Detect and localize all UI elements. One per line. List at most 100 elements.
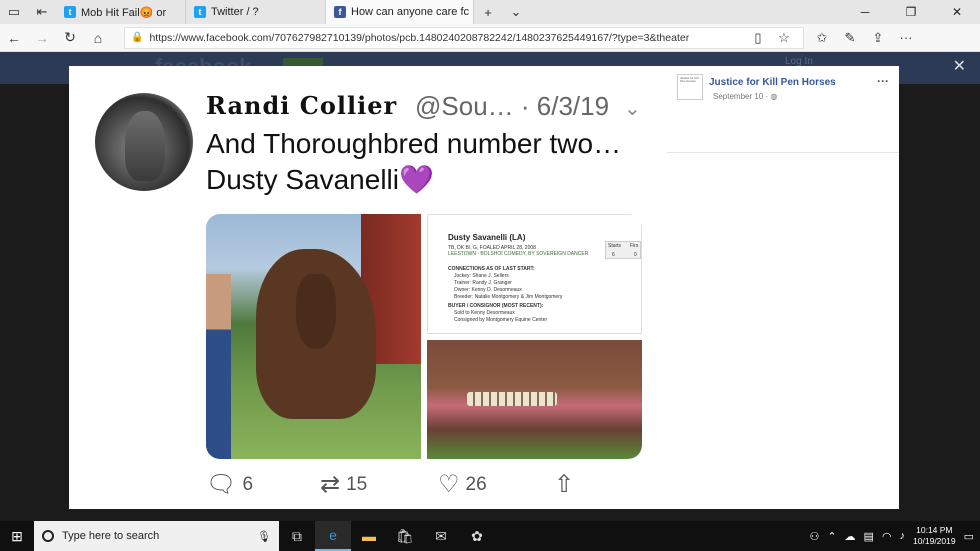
back-icon[interactable]: ← [0, 24, 28, 52]
window-controls: ─ ❐ ✕ [842, 0, 980, 24]
notifications-icon[interactable]: ▭ [964, 530, 974, 543]
photo-viewer-image[interactable]: Randi Collier @Sou… · 6/3/19 ⌄ And Thoro… [69, 66, 667, 509]
doc-line: Consigned by Montgomery Equine Center [454, 317, 548, 323]
close-window-icon[interactable]: ✕ [934, 0, 980, 24]
retweet-action: ⇄ 15 [320, 470, 367, 499]
tab-title: How can anyone care fc [351, 6, 470, 18]
share-icon: ⇧ [554, 471, 575, 498]
close-viewer-icon[interactable]: ✕ [953, 56, 966, 76]
clock[interactable]: 10:14 PM 10/19/2019 [913, 525, 956, 547]
retweet-icon: ⇄ [320, 471, 341, 498]
globe-icon: ◍ [770, 92, 778, 101]
doc-line: LEESTOWN - BOLSHOI COMEDY, BY SOVEREIGN … [448, 251, 589, 257]
reply-icon: 🗨 [206, 471, 237, 498]
tweet-date: 6/3/19 [536, 91, 610, 121]
system-tray: ⚇ ⌃ ☁ ▤ ◠ ♪ 10:14 PM 10/19/2019 ▭ [809, 525, 980, 547]
tweet-text-line1: And Thoroughbred number two… [206, 128, 622, 159]
starts-table: Starts Firs 6 0 [605, 241, 641, 259]
task-view-icon[interactable]: ⧉ [279, 521, 315, 551]
new-tab-icon[interactable]: + [474, 0, 502, 24]
minimize-icon[interactable]: ─ [842, 0, 888, 24]
page-avatar[interactable]: Justice for Kill Pen Horses [677, 74, 703, 100]
edge-browser-icon[interactable]: e [315, 521, 351, 551]
reading-view-icon[interactable]: ▯ [745, 24, 771, 52]
doc-title: Dusty Savanelli (LA) [448, 233, 526, 242]
search-placeholder: Type here to search [62, 530, 160, 542]
volume-icon[interactable]: ♪ [900, 530, 906, 542]
post-sidebar: Justice for Kill Pen Horses Justice for … [667, 66, 899, 509]
windows-taskbar: ⊞ Type here to search 🎙 ⧉ e ▬ 🛍 ✉ ✿ ⚇ ⌃ … [0, 521, 980, 551]
horse-photo [206, 214, 421, 459]
share-icon[interactable]: ⇪ [864, 24, 892, 52]
doc-line: BUYER / CONSIGNOR (MOST RECENT): [448, 303, 544, 309]
lock-icon: 🔒 [131, 32, 144, 43]
tab-bar: ▭ ⇤ t Mob Hit Fail😡 or t Twitter / ? f H… [0, 0, 980, 24]
chevron-down-icon[interactable]: ⌄ [502, 0, 530, 24]
twitter-icon: t [64, 6, 76, 18]
tweet-text: And Thoroughbred number two… Dusty Savan… [206, 126, 656, 198]
more-icon[interactable]: ··· [892, 24, 920, 52]
like-count: 26 [465, 473, 487, 495]
retweet-count: 15 [346, 473, 368, 495]
doc-line: Breeder: Natalie Montgomery & Jim Montgo… [454, 294, 563, 300]
refresh-icon[interactable]: ↻ [56, 24, 84, 52]
address-bar[interactable]: 🔒 https://www.facebook.com/7076279827101… [124, 24, 804, 52]
taskbar-search-box[interactable]: Type here to search 🎙 [34, 521, 279, 551]
reply-count: 6 [242, 473, 254, 495]
page-name-link[interactable]: Justice for Kill Pen Horses [709, 77, 836, 88]
network-icon[interactable]: ▤ [864, 530, 874, 543]
doc-line: CONNECTIONS AS OF LAST START: [448, 266, 535, 272]
app-icon[interactable]: ✿ [459, 521, 495, 551]
show-hidden-icons-chevron-icon[interactable]: ⌃ [827, 530, 836, 543]
twitter-icon: t [194, 6, 206, 18]
favorite-star-icon[interactable]: ☆ [771, 24, 797, 52]
doc-line: 0 [634, 252, 637, 258]
doc-line: Jockey: Shane J. Sellers [454, 273, 509, 279]
divider [667, 152, 899, 153]
mail-icon[interactable]: ✉ [423, 521, 459, 551]
tab-twitter[interactable]: t Twitter / ? [186, 0, 326, 24]
post-date: September 10 · ◍ [713, 92, 778, 101]
cortana-icon [42, 530, 54, 542]
url-text: https://www.facebook.com/707627982710139… [149, 31, 690, 44]
doc-line: 6 [612, 252, 615, 258]
home-icon[interactable]: ⌂ [84, 24, 112, 52]
people-icon[interactable]: ⚇ [809, 530, 819, 543]
tab-preview-icon[interactable]: ▭ [0, 0, 28, 24]
windows-start-icon[interactable]: ⊞ [0, 521, 34, 551]
tweet-handle-date: @Sou… · 6/3/19 [415, 91, 609, 122]
store-icon[interactable]: 🛍 [387, 521, 423, 551]
doc-line: Sold to Kenny Desormeaux [454, 310, 515, 316]
cloud-icon[interactable]: ☁ [845, 530, 856, 543]
doc-line: Owner: Kenny D. Desormeaux [454, 287, 522, 293]
pen-icon[interactable]: ✎ [836, 24, 864, 52]
doc-line: Firs [630, 243, 639, 249]
reply-action: 🗨 6 [206, 470, 253, 499]
tab-facebook[interactable]: f How can anyone care fc ✕ [326, 0, 474, 24]
facebook-icon: f [334, 6, 346, 18]
doc-line: Trainer: Randy J. Granger [454, 280, 512, 286]
chevron-down-icon: ⌄ [624, 98, 641, 120]
clock-date: 10/19/2019 [913, 536, 956, 546]
forward-icon[interactable]: → [28, 24, 56, 52]
tab-mob-hit-fail[interactable]: t Mob Hit Fail😡 or [56, 0, 186, 24]
microphone-icon[interactable]: 🎙 [257, 530, 271, 543]
more-options-button[interactable]: ··· [877, 74, 889, 88]
avatar [95, 93, 193, 191]
tab-title: Mob Hit Fail😡 or [81, 6, 167, 19]
doc-line: Starts [608, 243, 622, 249]
heart-outline-icon: ♡ [438, 471, 460, 498]
tweet-author-name: Randi Collier [206, 91, 398, 120]
tweet-separator: · [520, 91, 537, 121]
file-explorer-icon[interactable]: ▬ [351, 521, 387, 551]
set-aside-tabs-icon[interactable]: ⇤ [28, 0, 56, 24]
wifi-icon[interactable]: ◠ [882, 530, 892, 543]
tweet-media: Dusty Savanelli (LA) TB, DK B/, G, FOALE… [206, 214, 642, 459]
navigation-bar: ← → ↻ ⌂ 🔒 https://www.facebook.com/70762… [0, 24, 980, 52]
tweet-actions: 🗨 6 ⇄ 15 ♡ 26 ⇧ [206, 470, 646, 500]
like-action: ♡ 26 [438, 470, 487, 499]
tweet-text-line2: Dusty Savanelli💜 [206, 162, 656, 198]
favorites-hub-icon[interactable]: ✩ [808, 24, 836, 52]
share-action: ⇧ [554, 470, 574, 499]
restore-icon[interactable]: ❐ [888, 0, 934, 24]
